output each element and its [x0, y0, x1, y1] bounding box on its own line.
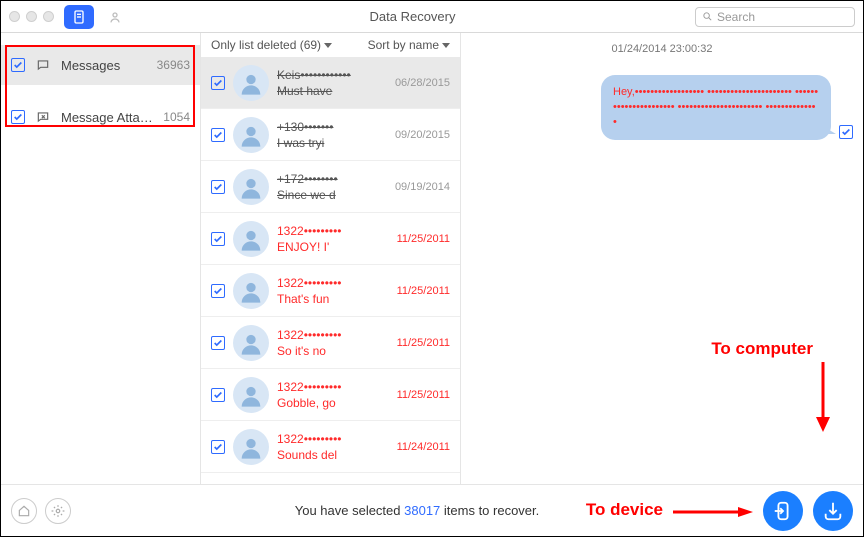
- avatar-icon: [233, 169, 269, 205]
- recover-to-device-button[interactable]: [763, 491, 803, 531]
- conversation-row[interactable]: 1322•••••••••Gobble, go 11/25/2011: [201, 369, 460, 421]
- conversation-date: 09/20/2015: [395, 129, 450, 141]
- conversation-date: 11/25/2011: [397, 337, 450, 349]
- avatar-icon: [233, 117, 269, 153]
- conversation-date: 11/25/2011: [397, 285, 450, 297]
- checkbox[interactable]: [211, 388, 225, 402]
- message-preview: 01/24/2014 23:00:32 Hey,••••••••••••••••…: [461, 33, 863, 484]
- avatar-icon: [233, 429, 269, 465]
- checkbox[interactable]: [211, 128, 225, 142]
- conversation-name: +130•••••••: [277, 119, 387, 135]
- contact-tab-icon[interactable]: [100, 5, 130, 29]
- zoom-dot[interactable]: [43, 11, 54, 22]
- sidebar-item-messages[interactable]: Messages 36963: [1, 45, 200, 85]
- message-checkbox[interactable]: [839, 125, 853, 139]
- conversation-name: 1322•••••••••: [277, 275, 389, 291]
- conversation-row[interactable]: 1322•••••••••That's fun 11/25/2011: [201, 265, 460, 317]
- filter-bar: Only list deleted (69) Sort by name: [201, 33, 460, 57]
- conversation-preview: Sounds del: [277, 447, 389, 463]
- conversation-preview: Since we d: [277, 187, 387, 203]
- avatar-icon: [233, 65, 269, 101]
- window-title: Data Recovery: [130, 9, 695, 24]
- conversation-date: 09/19/2014: [395, 181, 450, 193]
- conversation-preview: So it's no: [277, 343, 389, 359]
- minimize-dot[interactable]: [26, 11, 37, 22]
- checkbox[interactable]: [211, 336, 225, 350]
- checkbox[interactable]: [211, 76, 225, 90]
- sort-selector[interactable]: Sort by name: [368, 38, 450, 52]
- conversation-preview: I was tryi: [277, 135, 387, 151]
- annotation-arrow-to-device: [673, 507, 753, 517]
- checkbox[interactable]: [11, 110, 25, 124]
- conversation-panel: Only list deleted (69) Sort by name Keis…: [201, 33, 461, 484]
- footer: You have selected 38017 items to recover…: [1, 484, 863, 536]
- sidebar: Messages 36963 Message Attac… 1054: [1, 33, 201, 484]
- conversation-row[interactable]: +172••••••••Since we d 09/19/2014: [201, 161, 460, 213]
- messages-icon: [33, 57, 53, 73]
- avatar-icon: [233, 273, 269, 309]
- conversation-row[interactable]: 1322•••••••••ENJOY! I' 11/25/2011: [201, 213, 460, 265]
- close-dot[interactable]: [9, 11, 20, 22]
- chevron-down-icon: [324, 43, 332, 48]
- annotation-arrow-to-computer: [813, 362, 833, 432]
- settings-button[interactable]: [45, 498, 71, 524]
- conversation-name: Keis••••••••••••: [277, 67, 387, 83]
- checkbox[interactable]: [211, 232, 225, 246]
- conversation-preview: That's fun: [277, 291, 389, 307]
- conversation-date: 11/24/2011: [397, 441, 450, 453]
- avatar-icon: [233, 221, 269, 257]
- search-icon: [702, 11, 713, 22]
- document-tab-icon[interactable]: [64, 5, 94, 29]
- conversation-preview: Gobble, go: [277, 395, 389, 411]
- annotation-to-device: To device: [586, 500, 663, 520]
- conversation-date: 11/25/2011: [397, 389, 450, 401]
- avatar-icon: [233, 377, 269, 413]
- titlebar: Data Recovery Search: [1, 1, 863, 33]
- search-input[interactable]: Search: [695, 7, 855, 27]
- conversation-name: 1322•••••••••: [277, 327, 389, 343]
- conversation-preview: ENJOY! I': [277, 239, 389, 255]
- chevron-down-icon: [442, 43, 450, 48]
- attachment-icon: [33, 109, 53, 125]
- conversation-row[interactable]: 1322•••••••••So it's no 11/25/2011: [201, 317, 460, 369]
- recover-to-computer-button[interactable]: [813, 491, 853, 531]
- conversation-preview: Must have: [277, 83, 387, 99]
- checkbox[interactable]: [11, 58, 25, 72]
- conversation-name: 1322•••••••••: [277, 431, 389, 447]
- conversation-date: 11/25/2011: [397, 233, 450, 245]
- message-bubble: Hey,•••••••••••••••••• •••••••••••••••••…: [601, 75, 831, 140]
- conversation-date: 06/28/2015: [395, 77, 450, 89]
- checkbox[interactable]: [211, 180, 225, 194]
- conversation-name: 1322•••••••••: [277, 223, 389, 239]
- conversation-row[interactable]: +130•••••••I was tryi 09/20/2015: [201, 109, 460, 161]
- annotation-to-computer: To computer: [711, 339, 813, 359]
- sidebar-item-message-attachments[interactable]: Message Attac… 1054: [1, 97, 200, 137]
- conversation-name: +172••••••••: [277, 171, 387, 187]
- conversation-row[interactable]: Keis••••••••••••Must have 06/28/2015: [201, 57, 460, 109]
- traffic-lights: [9, 11, 54, 22]
- filter-deleted[interactable]: Only list deleted (69): [211, 38, 332, 52]
- message-timestamp: 01/24/2014 23:00:32: [461, 43, 863, 55]
- conversation-name: 1322•••••••••: [277, 379, 389, 395]
- conversation-row[interactable]: 1322•••••••••Sounds del 11/24/2011: [201, 421, 460, 473]
- home-button[interactable]: [11, 498, 37, 524]
- checkbox[interactable]: [211, 440, 225, 454]
- checkbox[interactable]: [211, 284, 225, 298]
- avatar-icon: [233, 325, 269, 361]
